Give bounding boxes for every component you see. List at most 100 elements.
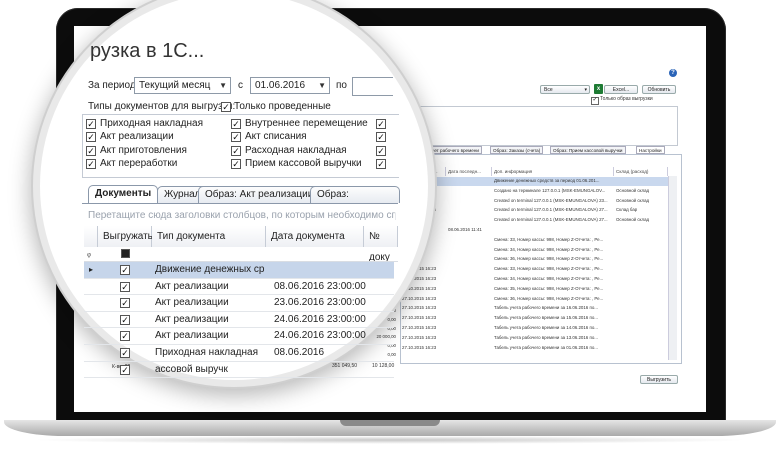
table-row[interactable]: Смена: 33, Номер кассы: 998, Номер Z-Отч… bbox=[400, 236, 668, 245]
doc-type-checkbox[interactable]: ✓ bbox=[376, 159, 386, 170]
laptop-shadow bbox=[30, 436, 750, 444]
export-checkbox[interactable]: ✓ bbox=[120, 331, 130, 342]
doc-type-checkbox[interactable]: ✓ bbox=[376, 132, 386, 143]
bg-tab-2[interactable]: Образ: Заказы (счета) bbox=[490, 146, 544, 154]
bg-cell: Смена: 36, Номер кассы: 998, Номер Z-Отч… bbox=[494, 256, 604, 262]
tab-image-receipt[interactable]: Образ: Приходная bbox=[310, 186, 400, 203]
table-row[interactable]: 27.10.2015 16:23 Смена: 33, Номер кассы: … bbox=[400, 265, 668, 274]
table-row[interactable]: 27.10.2015 16:23 Смена: 34, Номер кассы: … bbox=[400, 275, 668, 284]
bg-cell: Табель учета рабочего времени за 14.06.2… bbox=[494, 325, 598, 330]
table-row[interactable]: 27.10.2015 16:23 Табель учета рабочего вр… bbox=[400, 334, 668, 343]
preview-label: Только образ выгрузки bbox=[600, 96, 653, 102]
row-pointer-icon: ▸ bbox=[89, 265, 94, 274]
to-date-field[interactable] bbox=[352, 77, 393, 96]
table-row[interactable]: Смена: 36, Номер кассы: 998, Номер Z-Отч… bbox=[400, 255, 668, 264]
doc-type-label: Акт списания bbox=[245, 131, 307, 143]
doc-type-label: Прием кассовой выручки bbox=[245, 158, 362, 170]
table-row[interactable]: 08.06.2016 11:41 bbox=[400, 226, 668, 235]
bg-cell: 27.10.2015 16:23 bbox=[402, 334, 437, 340]
table-row[interactable]: ✓ Акт реализации 24.06.2016 23:00:00 bbox=[84, 312, 394, 329]
header-doc-date[interactable]: Дата документа bbox=[266, 226, 364, 247]
chevron-down-icon: ▾ bbox=[584, 87, 587, 93]
bg-cell: Основной склад bbox=[616, 187, 650, 193]
only-posted-checkbox[interactable]: ✓ bbox=[221, 102, 231, 112]
bg-header-2: Доп. информация bbox=[492, 167, 614, 176]
table-row[interactable]: ✓ Приходная накладная 08.06.2016 bbox=[84, 345, 394, 362]
table-row[interactable]: ✓ Акт реализации 23.06.2016 23:00:00 bbox=[84, 295, 394, 312]
doc-types-label: Типы документов для выгрузки: bbox=[88, 101, 236, 112]
export-checkbox[interactable]: ✓ bbox=[120, 298, 130, 309]
group-hint: Перетащите сюда заголовки столбцов, по к… bbox=[88, 210, 396, 221]
header-doc-type[interactable]: Тип документа bbox=[152, 226, 266, 247]
period-select[interactable]: Текущий месяц ▼ bbox=[134, 77, 231, 94]
doc-date-cell: 24.06.2016 23:00:00 bbox=[274, 330, 366, 342]
table-row[interactable]: 01.06.2016 13:56Создано на терминале 127… bbox=[400, 187, 668, 196]
doc-type-label: Акт реализации bbox=[100, 131, 174, 143]
bg-cell: 27.10.2015 16:23 bbox=[402, 276, 437, 281]
table-row[interactable]: ✓ Акт реализации 24.06.2016 23:00:00 bbox=[84, 328, 394, 345]
bg-tab-4[interactable]: Настройки bbox=[636, 146, 665, 154]
excel-button[interactable]: Excel... bbox=[604, 85, 638, 94]
export-button[interactable]: Выгрузить bbox=[640, 375, 678, 384]
bg-cell: Склад бар bbox=[616, 207, 638, 213]
doc-type-cell: ассовой выручк bbox=[155, 363, 228, 375]
table-row[interactable]: 27.10.2015 16:23 Смена: 35, Номер кассы: … bbox=[400, 285, 668, 294]
bg-tab-3[interactable]: Образ: Прием кассовой выручки bbox=[550, 146, 626, 154]
export-checkbox[interactable]: ✓ bbox=[120, 314, 130, 325]
table-row[interactable]: ✓ ассовой выручк bbox=[84, 362, 394, 379]
table-row[interactable]: 14.06.2016 12:38Created on terminal 127.… bbox=[400, 197, 668, 206]
table-row[interactable]: 27.10.2015 16:23 Табель учета рабочего вр… bbox=[400, 324, 668, 333]
doc-type-checkbox[interactable]: ✓ bbox=[231, 119, 241, 129]
preview-checkbox[interactable]: ✓ bbox=[591, 97, 599, 105]
doc-type-checkbox[interactable]: ✓ bbox=[376, 119, 386, 129]
select-all-checkbox[interactable] bbox=[121, 249, 130, 258]
bg-scrollbar[interactable] bbox=[668, 176, 677, 360]
doc-type-checkbox[interactable]: ✓ bbox=[86, 132, 96, 143]
export-checkbox[interactable]: ✓ bbox=[120, 281, 130, 292]
only-posted-label: Только проведенные bbox=[234, 101, 331, 112]
doc-date-cell: 08.06.2016 bbox=[274, 347, 325, 358]
table-row[interactable]: 27.10.2015 16:23 Смена: 36, Номер кассы: … bbox=[400, 295, 668, 304]
bg-cell: Табель учета рабочего времени за 15.06.2… bbox=[494, 315, 598, 321]
bg-cell: Created on terminal 127.0.0.1 (MSK-EMUNG… bbox=[494, 197, 608, 203]
doc-type-checkbox[interactable]: ✓ bbox=[231, 132, 241, 143]
doc-type-checkbox[interactable]: ✓ bbox=[86, 145, 96, 156]
chevron-down-icon: ▼ bbox=[219, 81, 227, 90]
refresh-button[interactable]: Обновить bbox=[642, 85, 676, 94]
filter-row[interactable]: ᵩ bbox=[84, 247, 398, 262]
doc-type-checkbox[interactable]: ✓ bbox=[376, 145, 386, 156]
header-export[interactable]: Выгружать bbox=[98, 226, 153, 247]
table-row[interactable]: Created on terminal 127.0.0.1 (MSK-EMUNG… bbox=[400, 216, 668, 225]
table-row[interactable]: 22.06.2016 15:36Created on terminal 127.… bbox=[400, 206, 668, 215]
tab-image-sales-act[interactable]: Образ: Акт реализации bbox=[198, 186, 321, 203]
from-date-field[interactable]: 01.06.2016 ▼ bbox=[250, 77, 330, 94]
tabs-divider bbox=[82, 203, 398, 204]
doc-type-checkbox[interactable]: ✓ bbox=[86, 159, 96, 170]
table-row[interactable]: 27.10.2015 16:23 Табель учета рабочего вр… bbox=[400, 344, 668, 353]
doc-type-checkbox[interactable]: ✓ bbox=[231, 145, 241, 156]
laptop-notch bbox=[340, 420, 440, 426]
doc-date-cell: 23.06.2016 23:00:00 bbox=[274, 297, 366, 309]
doc-date-cell: 24.06.2016 23:00:00 bbox=[274, 313, 366, 325]
export-checkbox[interactable]: ✓ bbox=[120, 364, 130, 375]
table-row[interactable]: ✓ Акт реализации 08.06.2016 23:00:00 bbox=[84, 279, 394, 296]
doc-type-checkbox[interactable]: ✓ bbox=[86, 119, 96, 129]
table-row[interactable]: Смена: 34, Номер кассы: 998, Номер Z-Отч… bbox=[400, 246, 668, 255]
bg-cell: Движение денежных средств за период 01.0… bbox=[494, 178, 600, 183]
table-row[interactable]: Движение денежных средств за период 01.0… bbox=[400, 177, 668, 186]
doc-type-label: Акт приготовления bbox=[100, 144, 187, 156]
excel-icon: x bbox=[594, 84, 603, 94]
table-row[interactable]: ▸ ✓ Движение денежных ср... bbox=[84, 262, 394, 279]
filter-select[interactable]: Все ▾ bbox=[540, 85, 590, 94]
table-row[interactable]: 27.10.2015 16:23 Табель учета рабочего вр… bbox=[400, 304, 668, 313]
header-doc-number[interactable]: № доку bbox=[364, 226, 398, 263]
table-row[interactable]: 27.10.2015 16:23 Табель учета рабочего вр… bbox=[400, 314, 668, 323]
bg-options-panel bbox=[380, 106, 678, 146]
export-checkbox[interactable]: ✓ bbox=[120, 348, 130, 358]
export-checkbox[interactable]: ✓ bbox=[120, 265, 130, 275]
help-icon[interactable]: ? bbox=[669, 69, 677, 77]
bg-cell: Created on terminal 127.0.0.1 (MSK-EMUNG… bbox=[494, 207, 608, 213]
from-label: с bbox=[238, 80, 243, 91]
tab-documents[interactable]: Документы bbox=[88, 185, 159, 203]
doc-type-checkbox[interactable]: ✓ bbox=[231, 159, 241, 170]
